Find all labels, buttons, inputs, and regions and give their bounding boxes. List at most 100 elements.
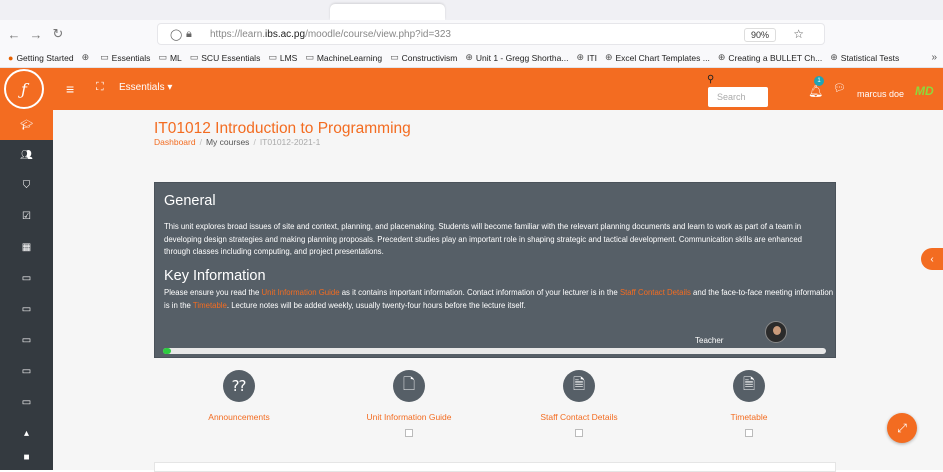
fullscreen-icon[interactable]: ⛶ (96, 81, 104, 94)
bookmark-item[interactable]: ⊕ Unit 1 - Gregg Shortha... (465, 52, 568, 63)
forward-icon[interactable]: → (28, 26, 44, 42)
breadcrumb: Dashboard / My courses / IT01012-2021-1 (154, 137, 321, 147)
sidebar-competencies-icon[interactable]: ☑ (0, 201, 53, 231)
next-section-card (154, 462, 836, 472)
site-header: ƒ ≡ ⛶ Essentials ▾ ⚲ Search 🔔︎ 1 💬︎ marc… (0, 68, 943, 110)
back-icon[interactable]: ← (6, 26, 22, 42)
sidebar-badges-icon[interactable]: ⛉ (0, 170, 53, 200)
bookmark-item[interactable]: ⊕ (82, 52, 93, 63)
lock-icon: 🔒︎ (186, 27, 192, 40)
unit-information-guide-link[interactable]: Unit Information Guide (262, 288, 340, 297)
tile-staff-contact-details[interactable]: 🗎︎ Staff Contact Details (494, 370, 664, 437)
sidebar-folder-icon[interactable]: ▭ (0, 263, 53, 293)
key-information-text: Please ensure you read the Unit Informat… (164, 288, 834, 310)
tile-announcements[interactable]: ⁇ Announcements (154, 370, 324, 422)
globe-icon: ⊕ (576, 52, 585, 62)
globe-icon: ⊕ (465, 52, 473, 62)
bookmark-star-icon[interactable]: ☆ (793, 27, 804, 41)
sidebar-folder-icon[interactable]: ▭ (0, 325, 53, 355)
address-bar[interactable]: ◯ 🔒︎ https://learn.ibs.ac.pg/moodle/cour… (157, 23, 825, 45)
key-information-heading: Key Information (164, 268, 266, 284)
sidebar-folder-icon[interactable]: ▭ (0, 294, 53, 324)
sidebar-grades-icon[interactable]: ▦ (0, 232, 53, 262)
tile-timetable[interactable]: 🗎︎ Timetable (664, 370, 834, 437)
bookmark-label: LMS (279, 52, 298, 63)
breadcrumb-current[interactable]: IT01012-2021-1 (260, 137, 321, 147)
sidebar-participants-icon[interactable]: 👥︎ (0, 140, 53, 170)
tile-unit-information-guide[interactable]: 🗋︎ Unit Information Guide (324, 370, 494, 437)
browser-tab[interactable] (330, 4, 445, 20)
general-description: This unit explores broad issues of site … (164, 222, 802, 256)
bookmark-label: Constructivism (401, 52, 458, 63)
reload-icon[interactable]: ↻ (50, 26, 66, 42)
main-content: IT01012 Introduction to Programming Dash… (53, 110, 943, 472)
hamburger-menu-icon[interactable]: ≡ (66, 81, 74, 97)
folder-icon: ▭ (100, 52, 109, 62)
bookmark-label: ITI (587, 52, 597, 63)
search-input[interactable]: Search (708, 87, 768, 107)
firefox-icon: ● (8, 52, 14, 63)
site-logo[interactable]: ƒ (4, 69, 44, 109)
notification-bell-icon[interactable]: 🔔︎ (808, 84, 823, 98)
bookmark-item[interactable]: ⊕ Statistical Tests (830, 52, 899, 63)
folder-icon: ▭ (390, 52, 399, 62)
bookmark-item[interactable]: ▭ Essentials (100, 52, 150, 63)
timetable-link[interactable]: Timetable (193, 301, 227, 310)
globe-icon: ⊕ (604, 52, 613, 62)
expand-icon[interactable]: ⤢ (887, 413, 917, 443)
completion-checkbox[interactable] (745, 429, 753, 437)
bookmark-label: Getting Started (16, 52, 74, 63)
bookmark-item[interactable]: ▭ SCU Essentials (190, 52, 261, 63)
course-progress-bar (163, 348, 826, 354)
breadcrumb-dashboard[interactable]: Dashboard (154, 137, 196, 147)
globe-icon: ⊕ (830, 52, 838, 62)
bookmark-item[interactable]: ▭ ML (158, 52, 181, 63)
messages-icon[interactable]: 💬︎ (833, 83, 846, 94)
globe-icon: ⊕ (81, 52, 90, 62)
folder-icon: ▭ (268, 52, 277, 62)
sidebar-calendar-icon[interactable]: ■ (0, 442, 53, 472)
bookmark-item[interactable]: ● Getting Started (8, 53, 74, 63)
sidebar-folder-icon[interactable]: ▭ (0, 387, 53, 417)
bookmark-label: Creating a BULLET Ch... (728, 52, 823, 63)
sidebar-folder-icon[interactable]: ▭ (0, 356, 53, 386)
tile-label: Announcements (208, 412, 270, 422)
bookmark-item[interactable]: ⊕ Creating a BULLET Ch... (718, 52, 822, 63)
page-title: IT01012 Introduction to Programming (154, 120, 411, 137)
bookmark-label: Statistical Tests (840, 52, 900, 63)
bookmark-label: SCU Essentials (201, 52, 261, 63)
teacher-avatar[interactable] (765, 321, 787, 343)
essentials-menu[interactable]: Essentials ▾ (119, 82, 172, 93)
folder-icon: ▭ (189, 52, 199, 62)
bookmark-label: Unit 1 - Gregg Shortha... (475, 52, 569, 63)
url-text: https://learn.ibs.ac.pg/moodle/course/vi… (210, 28, 451, 40)
bookmarks-bar: ● Getting Started ⊕ ▭ Essentials ▭ ML ▭ SCU Esse… (0, 48, 943, 68)
bookmark-label: ML (169, 52, 182, 63)
zoom-level[interactable]: 90% (743, 28, 776, 42)
shield-icon: ◯ (170, 28, 183, 41)
bookmark-item[interactable]: ▭ Constructivism (390, 52, 457, 63)
bookmarks-overflow-icon[interactable]: » (931, 52, 937, 63)
course-progress-fill (163, 348, 171, 354)
activity-tiles: ⁇ Announcements 🗋︎ Unit Information Guid… (154, 370, 836, 450)
document-lines-icon: 🗎︎ (563, 370, 595, 402)
announcements-icon: ⁇ (223, 370, 255, 402)
completion-checkbox[interactable] (405, 429, 413, 437)
bookmark-item[interactable]: ⊕ ITI (576, 52, 596, 63)
globe-icon: ⊕ (717, 52, 726, 62)
general-section: General This unit explores broad issues … (154, 182, 836, 358)
user-avatar[interactable]: MD (915, 84, 934, 98)
completion-checkbox[interactable] (575, 429, 583, 437)
bookmark-item[interactable]: ▭ MachineLearning (305, 52, 382, 63)
browser-tab-strip (0, 0, 943, 20)
tile-label: Timetable (730, 412, 768, 422)
breadcrumb-my-courses[interactable]: My courses (206, 137, 249, 147)
bookmark-item[interactable]: ⊕ Excel Chart Templates ... (605, 52, 710, 63)
sidebar-course-icon[interactable]: 🎓︎ (0, 110, 53, 140)
document-lines-icon: 🗎︎ (733, 370, 765, 402)
search-icon[interactable]: ⚲ (707, 74, 714, 85)
drawer-toggle-chevron-left-icon[interactable]: ‹ (921, 248, 943, 270)
staff-contact-details-link[interactable]: Staff Contact Details (620, 288, 691, 297)
user-name[interactable]: marcus doe (857, 89, 904, 99)
bookmark-item[interactable]: ▭ LMS (268, 52, 297, 63)
